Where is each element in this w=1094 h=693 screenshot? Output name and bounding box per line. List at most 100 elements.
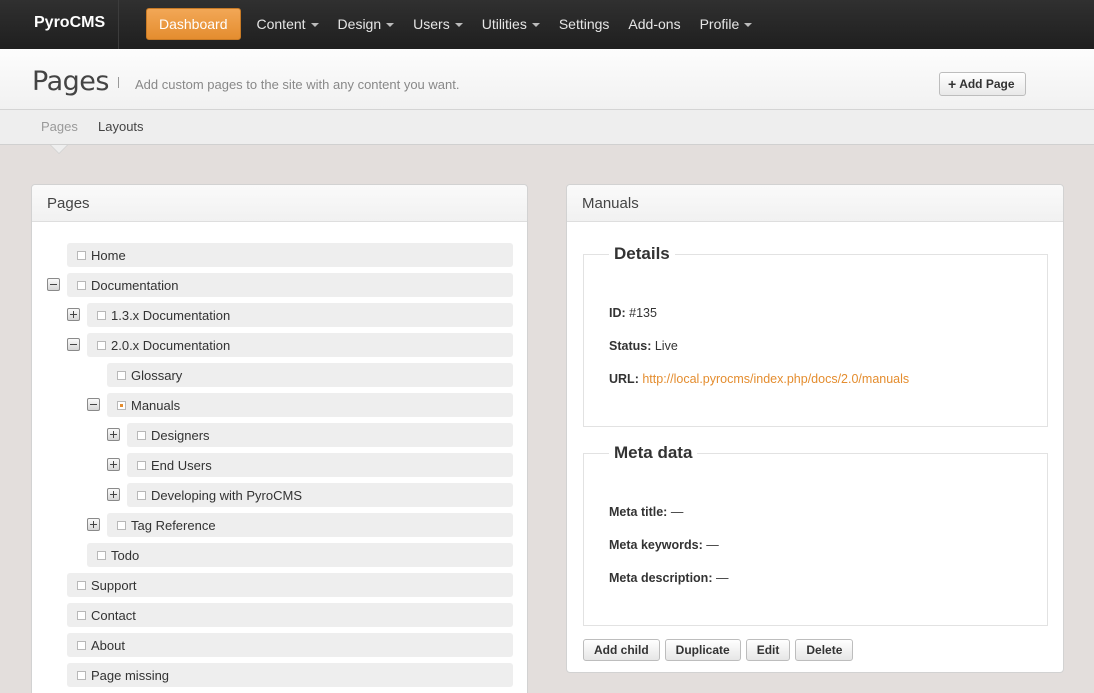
page-icon <box>117 400 126 410</box>
nav-users[interactable]: Users <box>413 16 463 32</box>
tree-item-label: 1.3.x Documentation <box>111 307 231 323</box>
tree-item[interactable]: Designers <box>127 423 513 447</box>
nav-utilities[interactable]: Utilities <box>482 16 540 32</box>
tree-item[interactable]: End Users <box>127 453 513 477</box>
collapse-icon[interactable] <box>47 278 60 291</box>
delete-button[interactable]: Delete <box>795 639 854 661</box>
nav-profile[interactable]: Profile <box>700 16 753 32</box>
nav-label: Profile <box>699 16 740 32</box>
tree-item[interactable]: Documentation <box>67 273 513 297</box>
page-icon <box>117 370 126 380</box>
url-field: URL: http://local.pyrocms/index.php/docs… <box>609 372 909 386</box>
tree-item[interactable]: 2.0.x Documentation <box>87 333 513 357</box>
tree-item[interactable]: Tag Reference <box>107 513 513 537</box>
meta-keywords-field: Meta keywords: — <box>609 538 719 552</box>
duplicate-button[interactable]: Duplicate <box>664 639 741 661</box>
nav-dashboard[interactable]: Dashboard <box>146 8 241 40</box>
subtab-pages[interactable]: Pages <box>41 119 78 134</box>
tree-item-label: Designers <box>151 427 210 443</box>
page-icon <box>137 490 146 500</box>
expand-icon[interactable] <box>107 488 120 501</box>
details-legend: Details <box>609 244 675 264</box>
nav-label: Content <box>256 16 306 32</box>
nav-label: Design <box>337 16 382 32</box>
meta-title-label: Meta title: <box>609 505 668 519</box>
nav-settings[interactable]: Settings <box>559 16 610 32</box>
tree-item[interactable]: Todo <box>87 543 513 567</box>
tree-item-label: Page missing <box>91 667 170 683</box>
collapse-icon[interactable] <box>87 398 100 411</box>
pages-tree-panel: Pages Home Documentation 1.3.x Documentati… <box>31 184 528 693</box>
page-icon <box>77 610 86 620</box>
page-icon <box>77 580 86 590</box>
tree-item[interactable]: Manuals <box>107 393 513 417</box>
page-icon <box>77 250 86 260</box>
nav-design[interactable]: Design <box>338 16 395 32</box>
tree-item-label: Tag Reference <box>131 517 216 533</box>
tree-item-label: Manuals <box>131 397 181 413</box>
tree-item[interactable]: 1.3.x Documentation <box>87 303 513 327</box>
nav-label: Add-ons <box>628 16 681 32</box>
nav-label: Dashboard <box>159 16 228 32</box>
brand-logo[interactable]: PyroCMS <box>0 0 119 49</box>
expand-icon[interactable] <box>67 308 80 321</box>
page-icon <box>97 340 106 350</box>
page-header: Pages Add custom pages to the site with … <box>0 49 1094 110</box>
id-value: #135 <box>629 306 657 320</box>
status-field: Status: Live <box>609 339 678 353</box>
caret-down-icon <box>531 22 540 27</box>
page-icon <box>77 670 86 680</box>
caret-down-icon <box>454 22 463 27</box>
expand-icon[interactable] <box>107 458 120 471</box>
tree-item[interactable]: Page missing <box>67 663 513 687</box>
subtab-layouts[interactable]: Layouts <box>98 119 144 134</box>
page-description: Add custom pages to the site with any co… <box>135 77 460 92</box>
add-page-label: Add Page <box>959 77 1015 91</box>
nav-label: Utilities <box>481 16 527 32</box>
tree-item[interactable]: Home <box>67 243 513 267</box>
main-nav: Dashboard Content Design Users Utilities Sett… <box>146 8 771 40</box>
page-icon <box>137 460 146 470</box>
tree-item-label: Documentation <box>91 277 179 293</box>
expand-icon[interactable] <box>87 518 100 531</box>
nav-content[interactable]: Content <box>257 16 319 32</box>
tree-item[interactable]: About <box>67 633 513 657</box>
url-link[interactable]: http://local.pyrocms/index.php/docs/2.0/… <box>642 372 909 386</box>
page-icon <box>77 640 86 650</box>
page-details-panel: Manuals Details ID: #135 Status: Live UR… <box>566 184 1064 673</box>
page-details-title: Manuals <box>567 185 1063 222</box>
tree-item-label: Support <box>91 577 137 593</box>
tree-item-label: About <box>91 637 125 653</box>
caret-down-icon <box>744 22 753 27</box>
tree-item-label: Contact <box>91 607 136 623</box>
active-tab-pointer <box>51 145 67 153</box>
status-label: Status: <box>609 339 652 353</box>
title-separator <box>118 77 119 88</box>
add-page-button[interactable]: + Add Page <box>939 72 1026 96</box>
top-navbar: PyroCMS Dashboard Content Design Users Utili… <box>0 0 1094 49</box>
id-label: ID: <box>609 306 626 320</box>
expand-icon[interactable] <box>107 428 120 441</box>
caret-down-icon <box>386 22 395 27</box>
tree-item-label: Developing with PyroCMS <box>151 487 303 503</box>
page-icon <box>97 550 106 560</box>
page-icon <box>77 280 86 290</box>
tree-item[interactable]: Glossary <box>107 363 513 387</box>
caret-down-icon <box>310 22 319 27</box>
page-actions: Add child Duplicate Edit Delete <box>583 639 858 661</box>
tree-item[interactable]: Contact <box>67 603 513 627</box>
collapse-icon[interactable] <box>67 338 80 351</box>
page-icon <box>137 430 146 440</box>
nav-label: Users <box>413 16 450 32</box>
tree-item[interactable]: Support <box>67 573 513 597</box>
edit-button[interactable]: Edit <box>745 639 791 661</box>
tree-item-label: Todo <box>111 547 140 563</box>
sub-navigation: Pages Layouts <box>0 110 1094 145</box>
meta-title-field: Meta title: — <box>609 505 683 519</box>
nav-add-ons[interactable]: Add-ons <box>628 16 680 32</box>
pages-tree-panel-title: Pages <box>32 185 527 222</box>
status-value: Live <box>654 339 678 353</box>
meta-keywords-value: — <box>706 538 719 552</box>
tree-item[interactable]: Developing with PyroCMS <box>127 483 513 507</box>
add-child-button[interactable]: Add child <box>583 639 660 661</box>
